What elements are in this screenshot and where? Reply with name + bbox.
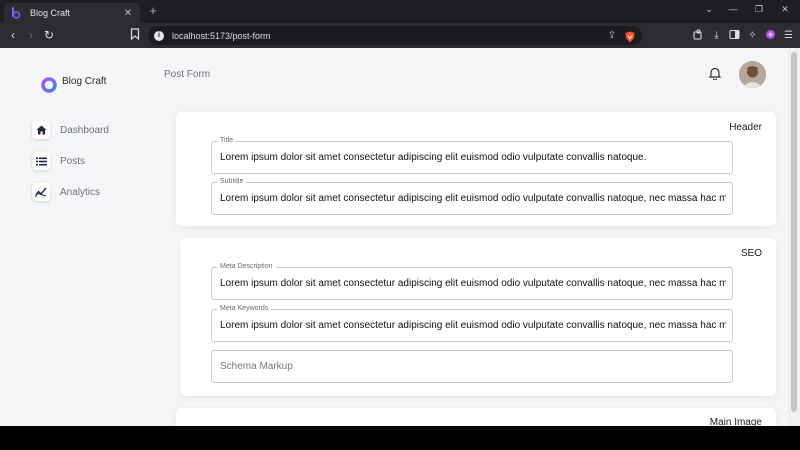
title-field-label: Title bbox=[217, 136, 236, 146]
home-icon bbox=[32, 121, 50, 139]
title-input[interactable]: Lorem ipsum dolor sit amet consectetur a… bbox=[220, 152, 726, 163]
sidebar-item-dashboard[interactable]: Dashboard bbox=[32, 120, 109, 140]
sidebar-item-label: Dashboard bbox=[60, 124, 109, 136]
meta-description-field[interactable]: Meta Description Lorem ipsum dolor sit a… bbox=[211, 262, 733, 300]
section-title-main-image: Main Image bbox=[709, 417, 762, 426]
meta-keywords-input[interactable]: Lorem ipsum dolor sit amet consectetur a… bbox=[220, 320, 726, 331]
address-bar[interactable]: i localhost:5173/post-form ⇪ bbox=[148, 26, 642, 45]
notification-bell-icon[interactable] bbox=[708, 66, 722, 81]
back-arrow-icon[interactable]: ‹ bbox=[6, 28, 20, 42]
meta-description-input[interactable]: Lorem ipsum dolor sit amet consectetur a… bbox=[220, 278, 726, 289]
meta-description-label: Meta Description bbox=[217, 262, 276, 272]
tab-title: Blog Craft bbox=[30, 8, 71, 18]
restore-button[interactable]: ❐ bbox=[752, 4, 766, 15]
sidebar-item-posts[interactable]: Posts bbox=[32, 151, 85, 171]
browser-tab-bar: Blog Craft ✕ + ⌄ — ❐ ✕ bbox=[0, 0, 800, 23]
page-title: Post Form bbox=[164, 69, 211, 80]
section-title-header: Header bbox=[729, 122, 762, 133]
new-tab-button[interactable]: + bbox=[146, 3, 160, 18]
subtitle-field[interactable]: Subtitle Lorem ipsum dolor sit amet cons… bbox=[211, 177, 733, 215]
meta-keywords-label: Meta Keywords bbox=[217, 304, 272, 314]
schema-markup-placeholder[interactable]: Schema Markup bbox=[220, 361, 293, 372]
sidebar-item-label: Posts bbox=[60, 155, 86, 167]
sidebar-item-analytics[interactable]: Analytics bbox=[32, 182, 100, 202]
list-icon bbox=[32, 152, 50, 170]
chart-icon bbox=[32, 183, 50, 201]
download-icon[interactable]: ⤓ bbox=[710, 29, 723, 42]
menu-icon[interactable]: ☰ bbox=[782, 29, 795, 42]
avatar[interactable] bbox=[739, 61, 766, 88]
meta-keywords-field[interactable]: Meta Keywords Lorem ipsum dolor sit amet… bbox=[211, 304, 733, 342]
tab-search-dropdown-icon[interactable]: ⌄ bbox=[702, 4, 716, 15]
tab-close-icon[interactable]: ✕ bbox=[122, 8, 134, 19]
blog-craft-favicon-icon bbox=[10, 7, 22, 19]
minimize-button[interactable]: — bbox=[726, 4, 740, 14]
url-text[interactable]: localhost:5173/post-form bbox=[172, 31, 608, 41]
title-field[interactable]: Title Lorem ipsum dolor sit amet consect… bbox=[211, 136, 733, 174]
subtitle-field-label: Subtitle bbox=[217, 177, 247, 187]
brand[interactable]: Blog Craft bbox=[38, 68, 106, 94]
main-image-section-card: Main Image bbox=[176, 408, 776, 426]
leo-ai-icon[interactable]: ✧ bbox=[746, 29, 759, 42]
section-title-seo: SEO bbox=[740, 248, 762, 259]
close-window-button[interactable]: ✕ bbox=[778, 4, 792, 15]
site-info-icon[interactable]: i bbox=[154, 30, 164, 41]
blog-craft-logo-icon bbox=[38, 68, 58, 94]
sidebar: Blog Craft Dashboard Posts Analytics bbox=[0, 48, 150, 426]
extensions-icon[interactable] bbox=[692, 29, 705, 42]
subtitle-input[interactable]: Lorem ipsum dolor sit amet consectetur a… bbox=[220, 193, 726, 204]
brand-name: Blog Craft bbox=[62, 75, 107, 87]
share-icon[interactable]: ⇪ bbox=[608, 30, 616, 41]
brave-shield-icon[interactable] bbox=[624, 30, 636, 42]
schema-markup-field[interactable]: Schema Markup bbox=[211, 350, 733, 383]
reload-icon[interactable]: ↻ bbox=[42, 28, 56, 42]
sidebar-toggle-icon[interactable] bbox=[728, 29, 741, 42]
browser-tab[interactable]: Blog Craft ✕ bbox=[4, 3, 140, 23]
page-viewport: Blog Craft Dashboard Posts Analytics Pos… bbox=[0, 48, 800, 426]
sidebar-item-label: Analytics bbox=[60, 186, 101, 198]
browser-toolbar: ‹ › ↻ i localhost:5173/post-form ⇪ ⤓ ✧ ☰ bbox=[0, 23, 800, 48]
vpn-icon[interactable] bbox=[764, 29, 777, 42]
forward-arrow-icon[interactable]: › bbox=[24, 28, 38, 42]
scrollbar-thumb[interactable] bbox=[791, 52, 797, 412]
bookmark-icon[interactable] bbox=[128, 28, 142, 42]
